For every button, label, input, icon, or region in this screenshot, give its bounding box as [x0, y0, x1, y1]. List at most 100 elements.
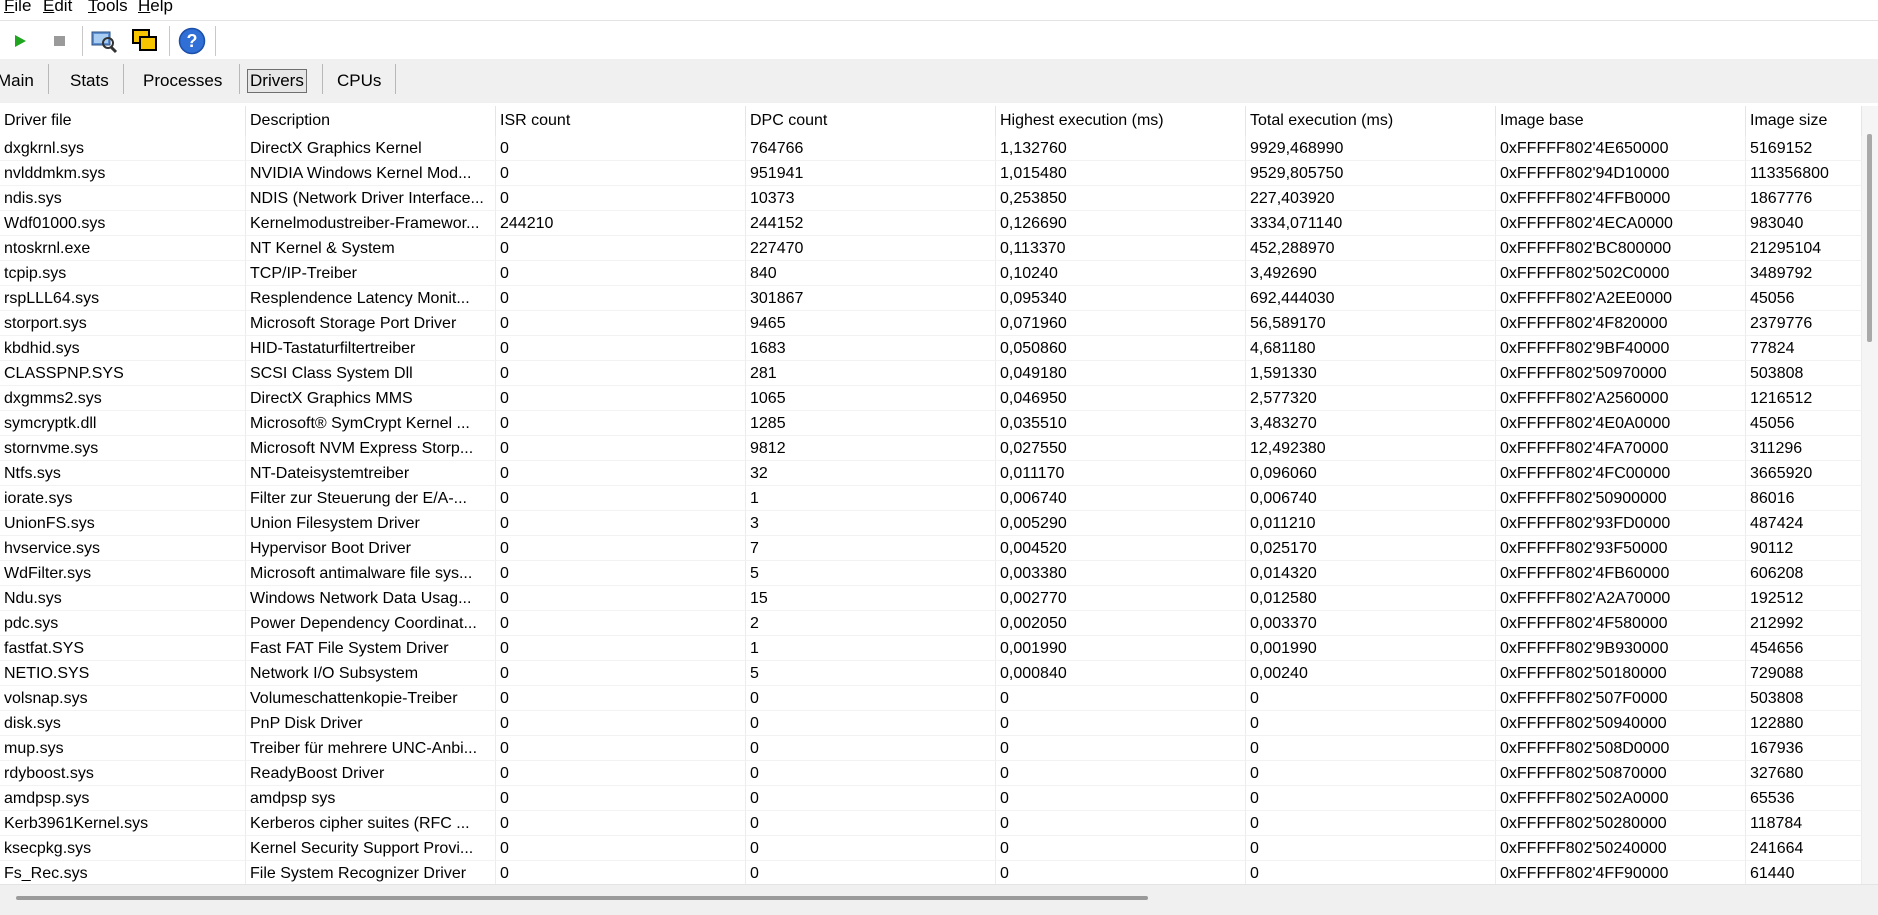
table-cell: Union Filesystem Driver [246, 511, 496, 536]
table-row[interactable]: dxgkrnl.sys DirectX Graphics Kernel 0 76476… [0, 136, 1862, 161]
horizontal-scroll-thumb[interactable] [16, 896, 1148, 900]
drivers-list[interactable]: Driver file Description ISR count DPC count… [0, 106, 1862, 884]
tab-main[interactable]: Main [0, 70, 34, 92]
table-row[interactable]: hvservice.sys Hypervisor Boot Driver 0 7 0,0… [0, 536, 1862, 561]
column-header[interactable]: Highest execution (ms) [996, 106, 1246, 136]
table-row[interactable]: rdyboost.sys ReadyBoost Driver 0 0 0 0 0xFFFFF… [0, 761, 1862, 786]
table-row[interactable]: mup.sys Treiber für mehrere UNC-Anbi... 0 0… [0, 736, 1862, 761]
table-cell: 1065 [746, 386, 996, 411]
table-cell: ksecpkg.sys [0, 836, 246, 861]
help-button[interactable]: ? [178, 27, 206, 55]
table-cell: 0,002770 [996, 586, 1246, 611]
windows-icon [132, 29, 157, 51]
table-cell: 0 [496, 361, 746, 386]
table-row[interactable]: Kerb3961Kernel.sys Kerberos cipher suites… [0, 811, 1862, 836]
table-row[interactable]: Wdf01000.sys Kernelmodustreiber-Framewor.… [0, 211, 1862, 236]
table-row[interactable]: Fs_Rec.sys File System Recognizer Driver 0… [0, 861, 1862, 884]
table-cell: 1,132760 [996, 136, 1246, 161]
column-header[interactable]: Image size [1746, 106, 1862, 136]
stop-button[interactable] [45, 27, 73, 55]
table-cell: 0xFFFFF802'4E0A0000 [1496, 411, 1746, 436]
table-cell: 167936 [1746, 736, 1862, 761]
table-cell: 0,113370 [996, 236, 1246, 261]
table-row[interactable]: symcryptk.dll Microsoft® SymCrypt Kernel … [0, 411, 1862, 436]
table-cell: 0 [496, 236, 746, 261]
vertical-scroll-thumb[interactable] [1867, 134, 1872, 342]
column-header[interactable]: DPC count [746, 106, 996, 136]
table-cell: 2379776 [1746, 311, 1862, 336]
tab-bar: Main Stats Processes Drivers CPUs [0, 59, 1878, 103]
table-row[interactable]: Ndu.sys Windows Network Data Usag... 0 15 0,… [0, 586, 1862, 611]
table-cell: 0 [746, 711, 996, 736]
table-cell: 0 [1246, 786, 1496, 811]
table-row[interactable]: kbdhid.sys HID-Tastaturfiltertreiber 0 1683… [0, 336, 1862, 361]
tab-cpus[interactable]: CPUs [337, 70, 381, 92]
table-cell: 0 [496, 461, 746, 486]
table-cell: 487424 [1746, 511, 1862, 536]
table-row[interactable]: dxgmms2.sys DirectX Graphics MMS 0 1065 0,04… [0, 386, 1862, 411]
table-cell: 0 [746, 761, 996, 786]
table-cell: 3,492690 [1246, 261, 1496, 286]
start-button[interactable] [6, 27, 34, 55]
table-row[interactable]: volsnap.sys Volumeschattenkopie-Treiber 0 0… [0, 686, 1862, 711]
table-cell: Microsoft® SymCrypt Kernel ... [246, 411, 496, 436]
menu-bar: File Edit Tools Help [0, 0, 1878, 20]
table-cell: 0 [496, 411, 746, 436]
toolbar: ? [0, 20, 1878, 60]
table-cell: 3,483270 [1246, 411, 1496, 436]
column-header[interactable]: ISR count [496, 106, 746, 136]
menu-edit[interactable]: Edit [43, 0, 72, 16]
tab-processes[interactable]: Processes [143, 70, 222, 92]
help-icon: ? [178, 27, 206, 55]
menu-help[interactable]: Help [138, 0, 173, 16]
table-row[interactable]: nvlddmkm.sys NVIDIA Windows Kernel Mod...… [0, 161, 1862, 186]
menu-tools[interactable]: Tools [88, 0, 128, 16]
column-header[interactable]: Description [246, 106, 496, 136]
svg-text:?: ? [187, 31, 198, 51]
tab-stats[interactable]: Stats [70, 70, 109, 92]
table-row[interactable]: NETIO.SYS Network I/O Subsystem 0 5 0,000840… [0, 661, 1862, 686]
table-cell: 0,049180 [996, 361, 1246, 386]
table-row[interactable]: ndis.sys NDIS (Network Driver Interface..… [0, 186, 1862, 211]
table-row[interactable]: iorate.sys Filter zur Steuerung der E/A-.… [0, 486, 1862, 511]
vertical-scrollbar[interactable] [1862, 106, 1878, 884]
table-cell: Kerberos cipher suites (RFC ... [246, 811, 496, 836]
menu-file[interactable]: File [4, 0, 31, 16]
table-cell: 0xFFFFF802'BC800000 [1496, 236, 1746, 261]
column-header[interactable]: Driver file [0, 106, 246, 136]
horizontal-scrollbar[interactable] [0, 884, 1878, 915]
table-cell: 0 [496, 786, 746, 811]
table-row[interactable]: amdpsp.sys amdpsp sys 0 0 0 0 0xFFFFF802'502A0… [0, 786, 1862, 811]
table-cell: 0 [996, 811, 1246, 836]
windows-button[interactable] [131, 27, 159, 55]
column-header[interactable]: Image base [1496, 106, 1746, 136]
table-cell: 1867776 [1746, 186, 1862, 211]
tab-separator [322, 64, 323, 94]
table-cell: 0 [1246, 836, 1496, 861]
table-cell: 0,035510 [996, 411, 1246, 436]
tab-drivers[interactable]: Drivers [247, 69, 307, 93]
table-cell: Microsoft Storage Port Driver [246, 311, 496, 336]
table-row[interactable]: rspLLL64.sys Resplendence Latency Monit..… [0, 286, 1862, 311]
column-header[interactable]: Total execution (ms) [1246, 106, 1496, 136]
table-row[interactable]: disk.sys PnP Disk Driver 0 0 0 0 0xFFFFF802'50… [0, 711, 1862, 736]
table-row[interactable]: stornvme.sys Microsoft NVM Express Storp.… [0, 436, 1862, 461]
table-row[interactable]: Ntfs.sys NT-Dateisystemtreiber 0 32 0,011170… [0, 461, 1862, 486]
search-tool-button[interactable] [90, 27, 118, 55]
table-cell: 0xFFFFF802'4FA70000 [1496, 436, 1746, 461]
table-row[interactable]: UnionFS.sys Union Filesystem Driver 0 3 0,00… [0, 511, 1862, 536]
table-row[interactable]: tcpip.sys TCP/IP-Treiber 0 840 0,10240 3,4926… [0, 261, 1862, 286]
table-row[interactable]: WdFilter.sys Microsoft antimalware file s… [0, 561, 1862, 586]
table-cell: 0 [1246, 711, 1496, 736]
table-row[interactable]: pdc.sys Power Dependency Coordinat... 0 2 0,… [0, 611, 1862, 636]
table-cell: 7 [746, 536, 996, 561]
table-row[interactable]: ntoskrnl.exe NT Kernel & System 0 227470 0,1… [0, 236, 1862, 261]
table-row[interactable]: ksecpkg.sys Kernel Security Support Provi… [0, 836, 1862, 861]
table-row[interactable]: fastfat.SYS Fast FAT File System Driver 0 1… [0, 636, 1862, 661]
table-row[interactable]: CLASSPNP.SYS SCSI Class System Dll 0 281 0,0… [0, 361, 1862, 386]
table-row[interactable]: storport.sys Microsoft Storage Port Drive… [0, 311, 1862, 336]
table-cell: 0 [996, 711, 1246, 736]
table-cell: 452,288970 [1246, 236, 1496, 261]
table-cell: 244210 [496, 211, 746, 236]
table-cell: DirectX Graphics Kernel [246, 136, 496, 161]
